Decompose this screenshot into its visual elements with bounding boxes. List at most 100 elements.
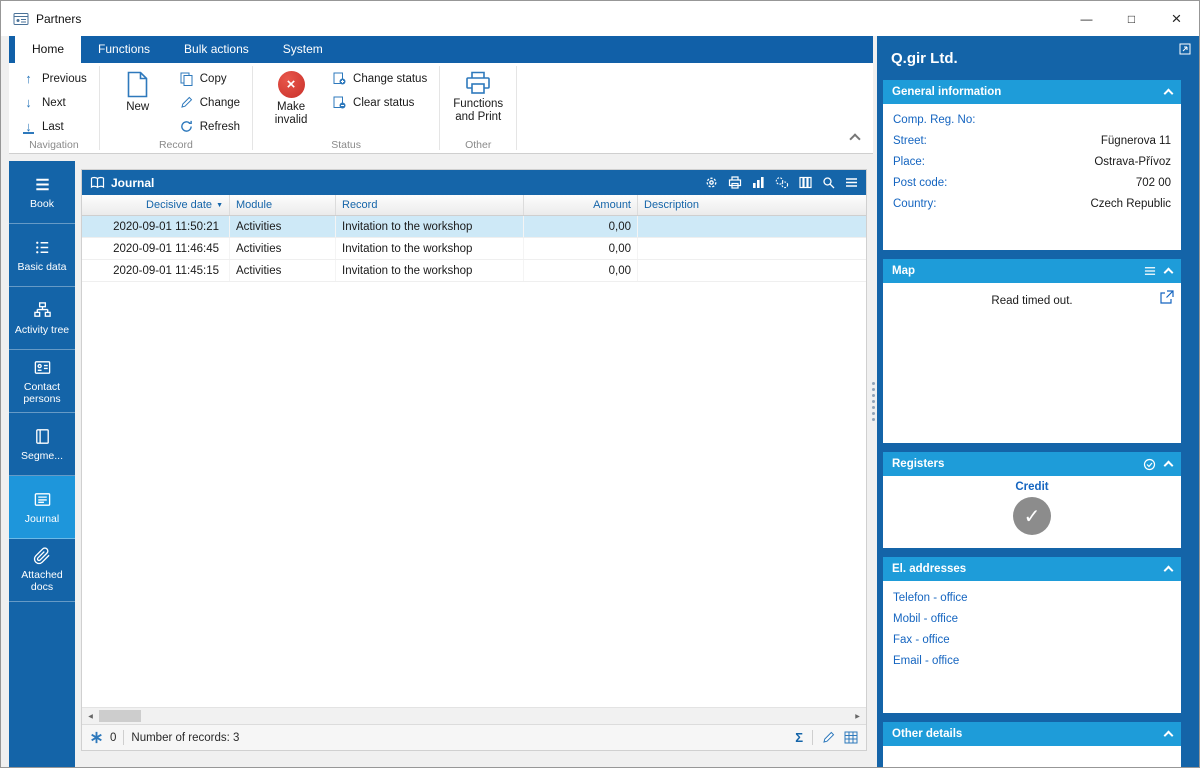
- minimize-button[interactable]: —: [1064, 1, 1109, 36]
- edit-pencil-icon[interactable]: [822, 731, 835, 744]
- panel-splitter[interactable]: [871, 36, 876, 767]
- refresh-button[interactable]: Refresh: [176, 116, 243, 137]
- make-invalid-button[interactable]: × Make invalid: [262, 68, 320, 137]
- section-header-general[interactable]: General information: [883, 80, 1181, 104]
- related-records-icon[interactable]: [90, 731, 103, 744]
- column-header-record[interactable]: Record: [336, 195, 524, 215]
- tab-functions[interactable]: Functions: [81, 36, 167, 63]
- scrollbar-thumb[interactable]: [99, 710, 141, 722]
- sidebar-item-activity-tree[interactable]: Activity tree: [9, 287, 75, 350]
- gears-icon[interactable]: [775, 176, 789, 189]
- sidebar-item-label: Attached docs: [21, 569, 63, 593]
- info-label: Country:: [893, 197, 937, 210]
- clear-status-button[interactable]: Clear status: [329, 92, 430, 113]
- last-button[interactable]: ↓ Last: [18, 116, 90, 137]
- section-general-information: General information Comp. Reg. No: Stree…: [883, 80, 1181, 250]
- section-title: El. addresses: [892, 563, 967, 575]
- map-body: Read timed out.: [883, 283, 1181, 443]
- invalid-cross-icon: ×: [277, 71, 305, 98]
- chart-icon[interactable]: [752, 176, 765, 189]
- address-link-mobil-office[interactable]: Mobil - office: [883, 608, 1181, 629]
- info-label: Street:: [893, 134, 927, 147]
- address-link-email-office[interactable]: Email - office: [883, 650, 1181, 671]
- cell-record: Invitation to the workshop: [336, 260, 524, 281]
- previous-label: Previous: [42, 72, 87, 85]
- table-row[interactable]: 2020-09-01 11:50:21 Activities Invitatio…: [82, 216, 866, 238]
- ribbon-group-other: Functions and Print Other: [440, 63, 516, 153]
- check-circle-icon[interactable]: [1143, 458, 1156, 471]
- address-link-fax-office[interactable]: Fax - office: [883, 629, 1181, 650]
- sidebar-item-segments[interactable]: Segme...: [9, 413, 75, 476]
- tab-home[interactable]: Home: [15, 36, 82, 63]
- scroll-right-arrow-icon[interactable]: ▶: [849, 708, 866, 724]
- open-external-map-icon[interactable]: [1159, 290, 1174, 305]
- sidebar-item-book[interactable]: Book: [9, 161, 75, 224]
- journal-header: Journal: [82, 170, 866, 195]
- map-list-icon[interactable]: [1144, 266, 1156, 276]
- sidebar-item-journal[interactable]: Journal: [9, 476, 75, 539]
- grid-edit-icon[interactable]: [844, 731, 858, 744]
- info-row: Country: Czech Republic: [883, 193, 1181, 214]
- refresh-icon: [179, 120, 194, 133]
- change-button[interactable]: Change: [176, 92, 243, 113]
- settings-gear-icon[interactable]: [705, 176, 718, 189]
- credit-register-label: Credit: [1015, 481, 1049, 493]
- maximize-button[interactable]: □: [1109, 1, 1154, 36]
- column-header-module[interactable]: Module: [230, 195, 336, 215]
- section-header-el-addresses[interactable]: El. addresses: [883, 557, 1181, 581]
- check-icon: ✓: [1023, 505, 1041, 528]
- sidebar-item-attached-docs[interactable]: Attached docs: [9, 539, 75, 602]
- columns-icon[interactable]: [799, 176, 812, 189]
- column-header-description[interactable]: Description: [638, 195, 866, 215]
- change-status-button[interactable]: Change status: [329, 68, 430, 89]
- column-header-amount[interactable]: Amount: [524, 195, 638, 215]
- cell-decisive-date: 2020-09-01 11:50:21: [82, 216, 230, 237]
- next-button[interactable]: ↓ Next: [18, 92, 90, 113]
- sidebar-item-label: Activity tree: [14, 323, 70, 336]
- copy-button[interactable]: Copy: [176, 68, 243, 89]
- collapse-chevron-icon: [1163, 565, 1174, 576]
- title-bar: Partners — □ ×: [1, 1, 1199, 36]
- info-row: Comp. Reg. No:: [883, 109, 1181, 130]
- sidebar-item-label: Journal: [24, 512, 60, 525]
- group-label-status: Status: [331, 139, 362, 151]
- journal-title: Journal: [111, 175, 155, 190]
- table-row[interactable]: 2020-09-01 11:45:15 Activities Invitatio…: [82, 260, 866, 282]
- undock-panel-icon[interactable]: [1179, 43, 1191, 55]
- section-header-registers[interactable]: Registers: [883, 452, 1181, 476]
- close-button[interactable]: ×: [1154, 1, 1199, 36]
- menu-icon[interactable]: [845, 176, 858, 189]
- horizontal-scrollbar[interactable]: ◀ ▶: [82, 707, 866, 724]
- collapse-chevron-icon: [1163, 88, 1174, 99]
- section-header-other-details[interactable]: Other details: [883, 722, 1181, 746]
- new-label: New: [126, 101, 150, 113]
- sidebar-item-contact-persons[interactable]: Contact persons: [9, 350, 75, 413]
- cell-record: Invitation to the workshop: [336, 216, 524, 237]
- scroll-left-arrow-icon[interactable]: ◀: [82, 708, 99, 724]
- new-button[interactable]: New: [109, 68, 167, 137]
- address-link-telefon-office[interactable]: Telefon - office: [883, 587, 1181, 608]
- ribbon-collapse-chevron-icon[interactable]: [849, 133, 861, 145]
- scrollbar-track[interactable]: [141, 708, 849, 724]
- sum-icon[interactable]: Σ: [795, 730, 803, 745]
- tab-system[interactable]: System: [266, 36, 340, 63]
- section-registers: Registers Credit ✓: [883, 452, 1181, 548]
- search-settings-icon[interactable]: [822, 176, 835, 189]
- print-icon[interactable]: [728, 176, 742, 189]
- section-header-map[interactable]: Map: [883, 259, 1181, 283]
- detail-panel: Q.gir Ltd. General information Comp. Reg…: [877, 36, 1199, 767]
- ribbon-separator: [516, 66, 518, 150]
- previous-button[interactable]: ↑ Previous: [18, 68, 90, 89]
- functions-and-print-button[interactable]: Functions and Print: [449, 68, 507, 137]
- collapse-chevron-icon: [1163, 267, 1174, 278]
- record-count-label: Number of records: 3: [131, 731, 240, 744]
- column-header-decisive-date[interactable]: Decisive date ▼: [82, 195, 230, 215]
- column-label: Description: [644, 199, 700, 211]
- credit-check-badge[interactable]: ✓: [1013, 497, 1051, 535]
- tab-bulk-actions[interactable]: Bulk actions: [167, 36, 266, 63]
- cell-amount: 0,00: [524, 260, 638, 281]
- info-value: Czech Republic: [1090, 197, 1171, 210]
- sidebar-item-basic-data[interactable]: Basic data: [9, 224, 75, 287]
- pencil-icon: [179, 96, 194, 109]
- table-row[interactable]: 2020-09-01 11:46:45 Activities Invitatio…: [82, 238, 866, 260]
